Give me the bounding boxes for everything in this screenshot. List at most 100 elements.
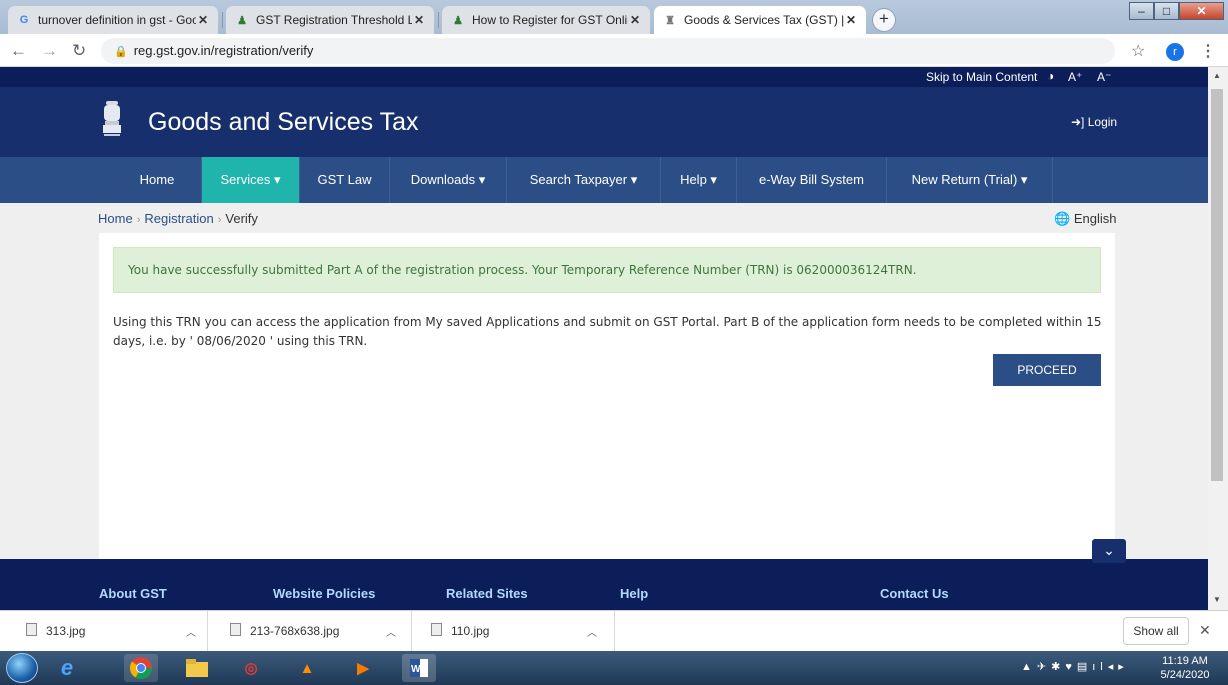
clock-time: 11:19 AM <box>1162 655 1208 667</box>
maximize-button[interactable]: □ <box>1154 2 1179 20</box>
address-bar[interactable]: 🔒 reg.gst.gov.in/registration/verify <box>101 38 1115 64</box>
menu-help[interactable]: Help ▾ <box>661 157 737 203</box>
scrollbar-thumb[interactable] <box>1211 89 1223 481</box>
profile-avatar[interactable]: r <box>1166 43 1184 61</box>
proceed-button[interactable]: PROCEED <box>993 354 1101 386</box>
tab-gst-portal[interactable]: ♜ Goods & Services Tax (GST) | Reg ✕ <box>654 6 866 34</box>
browser-toolbar: ← → ↻ 🔒 reg.gst.gov.in/registration/verif… <box>0 34 1228 67</box>
breadcrumb: Home › Registration › Verify <box>98 211 258 226</box>
browser-tab-strip: G turnover definition in gst - Goog ✕ ♟ … <box>0 0 1228 34</box>
image-file-icon <box>431 623 442 636</box>
system-tray-icons[interactable]: ▲✈✱♥▤ıl◂▸ <box>1021 660 1129 673</box>
login-icon: ➜] <box>1071 115 1085 129</box>
taskbar-clock[interactable]: 11:19 AM 5/24/2020 <box>1145 654 1225 682</box>
chrome-icon[interactable] <box>124 654 158 682</box>
menu-new-return[interactable]: New Return (Trial) ▾ <box>887 157 1053 203</box>
breadcrumb-separator: › <box>217 214 222 226</box>
close-downloads-icon[interactable]: ✕ <box>1199 622 1211 639</box>
site-header: Goods and Services Tax ➜] Login <box>0 87 1208 157</box>
chevron-up-icon[interactable]: ︿ <box>386 624 396 639</box>
login-link[interactable]: ➜] Login <box>1071 115 1117 129</box>
internet-explorer-icon[interactable]: e <box>50 654 84 682</box>
reload-icon[interactable]: ↻ <box>72 41 86 61</box>
close-tab-icon[interactable]: ✕ <box>196 13 210 27</box>
emblem-icon: ♜ <box>665 14 675 27</box>
google-icon: G <box>19 14 29 26</box>
windows-taskbar: e ◎ ▲ ▶ W ▲✈✱♥▤ıl◂▸ 11:19 AM 5/24/2020 <box>0 651 1228 685</box>
download-filename: 313.jpg <box>46 624 86 638</box>
scroll-up-icon[interactable]: ▲ <box>1213 71 1221 80</box>
menu-gst-law[interactable]: GST Law <box>300 157 390 203</box>
tab-gst-threshold[interactable]: ♟ GST Registration Threshold Limit ✕ <box>226 6 434 34</box>
clock-date: 5/24/2020 <box>1160 669 1210 681</box>
chevron-up-icon[interactable]: ︿ <box>587 624 597 639</box>
image-file-icon <box>230 623 241 636</box>
scroll-down-icon[interactable]: ▼ <box>1213 595 1221 604</box>
forward-icon[interactable]: → <box>41 41 58 61</box>
download-item[interactable]: 213-768x638.jpg ︿ <box>230 611 412 651</box>
word-icon[interactable]: W <box>402 654 436 682</box>
more-menu-icon[interactable]: ⋮ <box>1200 41 1216 61</box>
language-selector[interactable]: 🌐 English <box>1054 211 1116 227</box>
tab-register-gst[interactable]: ♟ How to Register for GST Online - ✕ <box>442 6 650 34</box>
back-icon[interactable]: ← <box>10 41 27 61</box>
close-window-button[interactable]: ✕ <box>1179 2 1224 20</box>
tab-title: How to Register for GST Online - <box>472 13 628 27</box>
breadcrumb-registration[interactable]: Registration <box>144 211 213 226</box>
start-button[interactable] <box>6 653 38 683</box>
tab-title: GST Registration Threshold Limit <box>256 13 412 27</box>
close-tab-icon[interactable]: ✕ <box>844 13 858 27</box>
svg-text:W: W <box>411 664 421 675</box>
page-scrollbar[interactable]: ▲ ▼ <box>1208 67 1228 610</box>
language-label: English <box>1073 211 1117 226</box>
menu-downloads[interactable]: Downloads ▾ <box>390 157 507 203</box>
download-item[interactable]: 313.jpg ︿ <box>26 611 208 651</box>
close-tab-icon[interactable]: ✕ <box>412 13 426 27</box>
footer-website-policies[interactable]: Website Policies <box>273 586 375 601</box>
menu-eway-bill[interactable]: e-Way Bill System <box>737 157 887 203</box>
minimize-button[interactable]: – <box>1129 2 1154 20</box>
tab-google-search[interactable]: G turnover definition in gst - Goog ✕ <box>8 6 218 34</box>
font-increase-button[interactable]: A⁺ <box>1068 70 1082 84</box>
url-text: reg.gst.gov.in/registration/verify <box>133 43 314 58</box>
footer-help[interactable]: Help <box>620 586 648 601</box>
content-panel: You have successfully submitted Part A o… <box>99 233 1115 559</box>
login-label: Login <box>1087 115 1118 129</box>
download-item[interactable]: 110.jpg ︿ <box>431 611 615 651</box>
gst-icon: ♟ <box>453 14 463 27</box>
menu-search-taxpayer[interactable]: Search Taxpayer ▾ <box>507 157 661 203</box>
chevron-down-icon[interactable]: ⌄ <box>1092 539 1126 563</box>
site-title: Goods and Services Tax <box>148 108 419 136</box>
globe-icon: 🌐 <box>1054 211 1071 226</box>
footer-about-gst[interactable]: About GST <box>99 586 167 601</box>
vlc-icon[interactable]: ▲ <box>290 654 324 682</box>
download-filename: 213-768x638.jpg <box>250 624 340 638</box>
menu-services[interactable]: Services ▾ <box>202 157 300 203</box>
page-viewport: Skip to Main Content ◑ A⁺ A⁻ Goods and S… <box>0 67 1208 610</box>
chevron-up-icon[interactable]: ︿ <box>186 624 196 639</box>
success-alert: You have successfully submitted Part A o… <box>113 247 1101 293</box>
menu-home[interactable]: Home <box>113 157 202 203</box>
image-file-icon <box>26 623 37 636</box>
gst-icon: ♟ <box>237 14 247 27</box>
font-decrease-button[interactable]: A⁻ <box>1097 70 1111 84</box>
show-all-downloads-button[interactable]: Show all <box>1123 617 1189 645</box>
breadcrumb-home[interactable]: Home <box>98 211 133 226</box>
download-filename: 110.jpg <box>451 624 490 638</box>
contrast-icon[interactable]: ◑ <box>1047 69 1054 83</box>
tab-title: turnover definition in gst - Goog <box>38 13 196 27</box>
window-controls: – □ ✕ <box>1129 2 1224 22</box>
new-tab-button[interactable]: + <box>872 8 896 32</box>
media-app-icon[interactable]: ◎ <box>234 654 268 682</box>
breadcrumb-separator: › <box>136 214 141 226</box>
file-explorer-icon[interactable] <box>180 654 214 682</box>
download-shelf: 313.jpg ︿ 213-768x638.jpg ︿ 110.jpg ︿ Sh… <box>0 610 1228 651</box>
footer-related-sites[interactable]: Related Sites <box>446 586 528 601</box>
trn-info-text: Using this TRN you can access the applic… <box>113 315 1102 348</box>
close-tab-icon[interactable]: ✕ <box>628 13 642 27</box>
media-player-icon[interactable]: ▶ <box>346 654 380 682</box>
tab-title: Goods & Services Tax (GST) | Reg <box>684 13 844 27</box>
bookmark-star-icon[interactable]: ☆ <box>1131 41 1145 61</box>
skip-to-main-link[interactable]: Skip to Main Content <box>926 70 1037 84</box>
footer-contact-us[interactable]: Contact Us <box>880 586 949 601</box>
